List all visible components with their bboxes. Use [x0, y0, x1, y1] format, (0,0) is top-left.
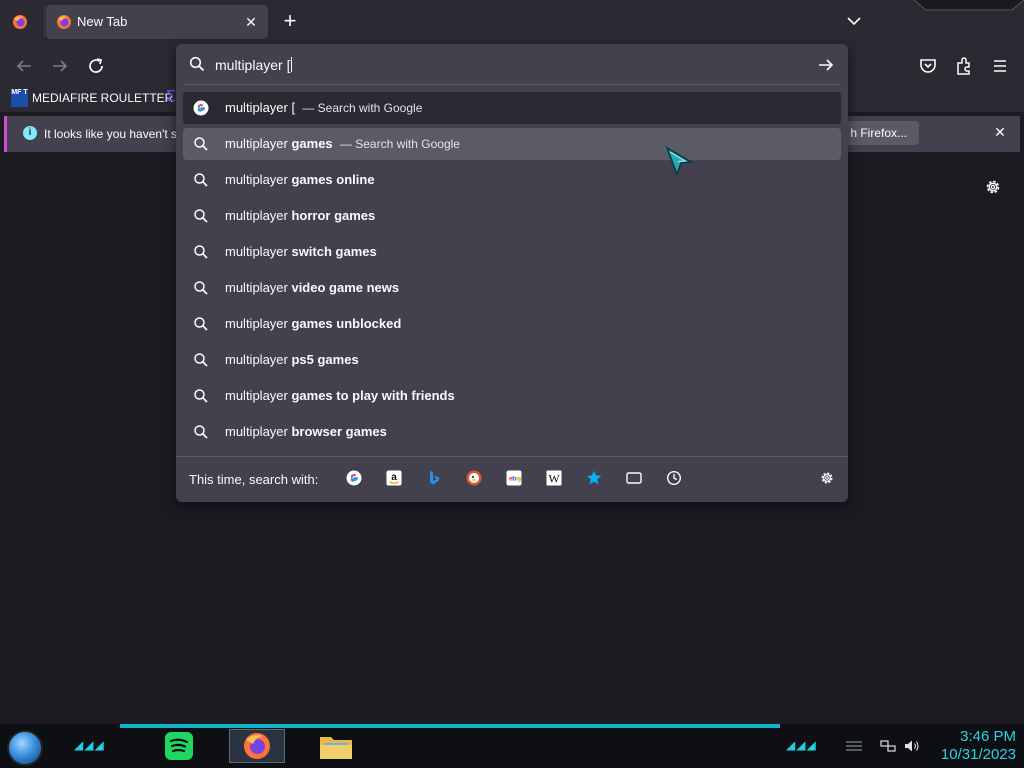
suggestion-text: multiplayer games online [225, 172, 375, 187]
one-off-search-bar: This time, search with: a e b a y W [176, 456, 848, 502]
info-icon: i [23, 126, 37, 140]
suggestion-text: multiplayer games unblocked [225, 316, 402, 331]
taskbar-accent-line [120, 724, 780, 728]
suggestion-item[interactable]: multiplayer ps5 games [183, 344, 841, 376]
back-arrow-icon[interactable] [12, 54, 36, 78]
address-bar-popup: multiplayer [ multiplayer [ — Search wit… [176, 44, 848, 502]
duckduckgo-icon[interactable] [466, 470, 482, 486]
suggestion-text: multiplayer games — Search with Google [225, 136, 460, 151]
taskbar: ◢◢◢ ◢◢◢ 3:46 PM 10/31/2023 [0, 724, 1024, 768]
search-icon [194, 137, 208, 151]
file-explorer-taskbar-button[interactable] [308, 729, 364, 763]
suggestion-text: multiplayer horror games [225, 208, 376, 223]
menu-icon[interactable] [988, 54, 1012, 78]
suggestion-item[interactable]: multiplayer video game news [183, 272, 841, 304]
titlebar-decoration [914, 0, 1024, 11]
firefox-taskbar-button[interactable] [229, 729, 285, 763]
history-icon[interactable] [666, 470, 682, 486]
firefox-icon [57, 15, 71, 29]
network-icon[interactable] [880, 739, 896, 753]
system-clock[interactable]: 3:46 PM 10/31/2023 [941, 728, 1016, 764]
extensions-icon[interactable] [952, 54, 976, 78]
taskbar-decoration: ◢◢◢ [786, 738, 817, 752]
gear-icon[interactable] [983, 177, 1003, 197]
suggestion-text: multiplayer games to play with friends [225, 388, 455, 403]
mediafire-bookmark-icon: MF T [11, 89, 28, 107]
svg-text:y: y [518, 476, 522, 483]
bookmark-mediafire-roulette[interactable]: MEDIAFIRE ROULETTER [32, 91, 173, 105]
suggestion-text: multiplayer video game news [225, 280, 400, 295]
clock-time: 3:46 PM [960, 728, 1016, 745]
suggestion-text: multiplayer switch games [225, 244, 377, 259]
search-icon [194, 317, 208, 331]
reload-icon[interactable] [84, 54, 108, 78]
search-icon [194, 353, 208, 367]
search-icon [194, 425, 208, 439]
ebay-icon[interactable]: e b a y [506, 470, 522, 486]
tab-strip: New Tab ✕ + [0, 0, 1024, 44]
bing-icon[interactable] [426, 470, 442, 486]
set-default-label: h Firefox... [850, 126, 907, 140]
clock-date: 10/31/2023 [940, 746, 1016, 763]
svg-text:a: a [391, 472, 397, 483]
search-settings-gear-icon[interactable] [819, 470, 835, 486]
bookmark-icon[interactable]: Σ [166, 88, 176, 106]
spotify-icon [165, 732, 193, 760]
suggestion-text: multiplayer browser games [225, 424, 387, 439]
text-caret [291, 57, 293, 72]
suggestion-item[interactable]: multiplayer games unblocked [183, 308, 841, 340]
tab-separator [44, 6, 45, 38]
firefox-icon [244, 733, 270, 759]
search-icon [194, 209, 208, 223]
suggestion-item[interactable]: multiplayer games to play with friends [183, 380, 841, 412]
bookmarks-icon[interactable] [586, 470, 602, 486]
suggestion-text: multiplayer ps5 games [225, 352, 359, 367]
google-icon[interactable] [346, 470, 362, 486]
set-default-button[interactable]: h Firefox... [843, 121, 919, 145]
search-icon [194, 389, 208, 403]
wikipedia-icon[interactable]: W [546, 470, 562, 486]
search-icon [194, 173, 208, 187]
tabs-icon[interactable] [626, 470, 642, 486]
svg-text:W: W [548, 472, 560, 486]
new-tab-button[interactable]: + [278, 10, 302, 34]
search-icon [194, 245, 208, 259]
suggestion-item[interactable]: multiplayer browser games [183, 416, 841, 448]
tab-new-tab[interactable]: New Tab ✕ [46, 5, 268, 39]
firefox-view-icon[interactable] [12, 14, 28, 30]
divider [184, 84, 840, 85]
mouse-cursor [665, 146, 694, 177]
address-bar-input[interactable]: multiplayer [ [176, 44, 848, 84]
suggestion-heuristic[interactable]: multiplayer [ — Search with Google [183, 92, 841, 124]
suggestion-item[interactable]: multiplayer games — Search with Google [183, 128, 841, 160]
start-button[interactable] [7, 730, 43, 766]
close-tab-icon[interactable]: ✕ [242, 13, 260, 31]
folder-icon [320, 737, 352, 759]
pocket-icon[interactable] [916, 54, 940, 78]
close-notification-icon[interactable]: ✕ [992, 124, 1008, 140]
chevron-down-icon[interactable] [843, 10, 865, 32]
suggestion-text: multiplayer [ — Search with Google [225, 100, 423, 115]
suggestion-item[interactable]: multiplayer switch games [183, 236, 841, 268]
go-arrow-icon[interactable] [817, 56, 835, 74]
volume-icon[interactable] [904, 739, 920, 753]
tab-title: New Tab [77, 14, 128, 29]
notification-message: It looks like you haven't s [44, 127, 178, 141]
spotify-taskbar-button[interactable] [152, 729, 208, 763]
stripes-icon [846, 741, 862, 751]
suggestion-item[interactable]: multiplayer horror games [183, 200, 841, 232]
forward-arrow-icon[interactable] [48, 54, 72, 78]
amazon-icon[interactable]: a [386, 470, 402, 486]
google-icon [193, 100, 209, 116]
one-off-label: This time, search with: [189, 472, 319, 487]
search-icon [189, 56, 205, 72]
suggestion-item[interactable]: multiplayer games online [183, 164, 841, 196]
taskbar-decoration: ◢◢◢ [74, 738, 105, 752]
search-icon [194, 281, 208, 295]
address-bar-text[interactable]: multiplayer [ [215, 57, 293, 73]
